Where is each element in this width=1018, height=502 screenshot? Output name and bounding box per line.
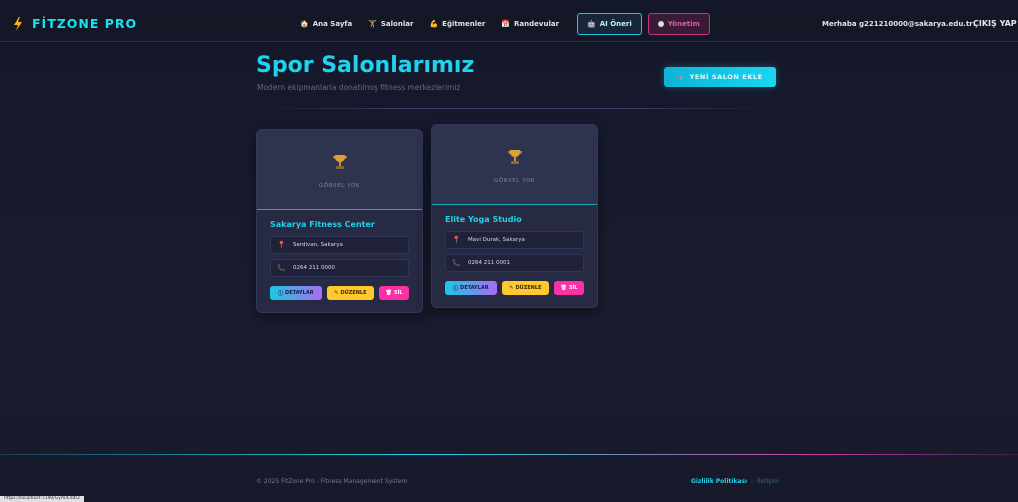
pencil-icon: ✎: [509, 285, 514, 291]
dumbbell-icon: 🏋: [368, 20, 377, 28]
location-pin-icon: 📍: [277, 241, 286, 249]
plus-icon: +: [677, 72, 685, 82]
brand-name: FİTZONE PRO: [32, 16, 138, 31]
gym-location-text: Mavi Durak, Sakarya: [468, 237, 525, 243]
gym-phone-text: 0264 211 0000: [293, 265, 335, 271]
brand[interactable]: FİTZONE PRO: [13, 16, 137, 31]
gym-card: GÖRSEL YOK Sakarya Fitness Center 📍 Serd…: [256, 129, 423, 313]
gym-location: 📍 Serdivan, Sakarya: [270, 236, 409, 254]
page-subtitle: Modern ekipmanlarla donatılmış fitness m…: [257, 83, 461, 92]
location-pin-icon: 📍: [452, 236, 461, 244]
phone-icon: 📞: [452, 259, 461, 267]
card-actions: ⓘ DETAYLAR ✎ DÜZENLE 🗑 SİL: [445, 281, 584, 307]
calendar-icon: 📅: [501, 20, 511, 28]
delete-button[interactable]: 🗑 SİL: [554, 281, 584, 295]
nav-link-label: Salonlar: [380, 20, 414, 28]
user-greeting: Merhaba g221210000@sakarya.edu.tr!: [822, 20, 976, 28]
gym-name: Sakarya Fitness Center: [270, 220, 375, 229]
edit-label: DÜZENLE: [515, 285, 542, 291]
footer-divider: [0, 454, 1018, 455]
nav-links: 🏠 Ana Sayfa 🏋 Salonlar 💪 Eğitmenler 📅 Ra…: [292, 13, 710, 35]
delete-label: SİL: [568, 285, 578, 291]
details-button[interactable]: ⓘ DETAYLAR: [270, 286, 322, 300]
gym-image-placeholder: GÖRSEL YOK: [432, 125, 597, 205]
details-button[interactable]: ⓘ DETAYLAR: [445, 281, 497, 295]
gym-name: Elite Yoga Studio: [445, 215, 522, 224]
no-image-label: GÖRSEL YOK: [318, 183, 361, 189]
nav-link-gyms[interactable]: 🏋 Salonlar: [360, 13, 421, 35]
logout-button[interactable]: ÇIKIŞ YAP: [973, 19, 1017, 28]
delete-label: SİL: [393, 290, 403, 296]
details-label: DETAYLAR: [285, 290, 314, 296]
page-title: Spor Salonlarımız: [256, 53, 475, 78]
contact-link[interactable]: İletişim: [757, 478, 779, 485]
privacy-link[interactable]: Gizlilik Politikası: [691, 478, 747, 485]
nav-link-admin[interactable]: Yönetim: [647, 13, 710, 35]
add-gym-label: YENİ SALON EKLE: [689, 73, 763, 81]
gear-icon: [657, 21, 664, 27]
nav-link-ai-suggestion[interactable]: 🤖 AI Öneri: [577, 13, 642, 35]
footer-separator: |: [751, 478, 754, 485]
add-gym-button[interactable]: + YENİ SALON EKLE: [664, 67, 776, 87]
divider: [256, 108, 776, 109]
info-icon: ⓘ: [453, 285, 459, 292]
gym-phone: 📞 0264 211 0001: [445, 254, 584, 272]
edit-button[interactable]: ✎ DÜZENLE: [326, 286, 375, 300]
gym-card: GÖRSEL YOK Elite Yoga Studio 📍 Mavi Dura…: [431, 124, 598, 308]
lightning-icon: [13, 16, 23, 31]
nav-link-label: Ana Sayfa: [312, 20, 353, 28]
robot-icon: 🤖: [587, 20, 596, 28]
gym-phone-text: 0264 211 0001: [468, 260, 510, 266]
info-icon: ⓘ: [278, 290, 284, 297]
trophy-icon: [332, 155, 347, 169]
home-icon: 🏠: [300, 20, 309, 28]
nav-link-label: Randevular: [514, 20, 560, 28]
footer-copyright: © 2025 FitZone Pro - Fitness Management …: [256, 478, 408, 485]
gym-location-text: Serdivan, Sakarya: [293, 242, 343, 248]
edit-button[interactable]: ✎ DÜZENLE: [501, 281, 550, 295]
navbar: FİTZONE PRO 🏠 Ana Sayfa 🏋 Salonlar 💪 Eği…: [0, 6, 1018, 42]
no-image-label: GÖRSEL YOK: [493, 178, 536, 184]
trash-icon: 🗑: [560, 285, 567, 291]
details-label: DETAYLAR: [460, 285, 489, 291]
nav-link-home[interactable]: 🏠 Ana Sayfa: [292, 13, 360, 35]
nav-link-appointments[interactable]: 📅 Randevular: [493, 13, 567, 35]
browser-status-bar: https://localhost:7190/Gym/Edit/2: [0, 496, 84, 502]
footer-links: Gizlilik Politikası | İletişim: [691, 478, 779, 485]
edit-label: DÜZENLE: [340, 290, 367, 296]
muscle-icon: 💪: [429, 20, 439, 28]
phone-icon: 📞: [277, 264, 286, 272]
trophy-icon: [507, 150, 522, 164]
trash-icon: 🗑: [385, 290, 392, 296]
nav-link-label: Eğitmenler: [442, 20, 486, 28]
card-actions: ⓘ DETAYLAR ✎ DÜZENLE 🗑 SİL: [270, 286, 409, 312]
nav-link-trainers[interactable]: 💪 Eğitmenler: [421, 13, 493, 35]
gym-image-placeholder: GÖRSEL YOK: [257, 130, 422, 210]
page: FİTZONE PRO 🏠 Ana Sayfa 🏋 Salonlar 💪 Eği…: [0, 0, 1018, 502]
gym-location: 📍 Mavi Durak, Sakarya: [445, 231, 584, 249]
pencil-icon: ✎: [334, 290, 339, 296]
delete-button[interactable]: 🗑 SİL: [379, 286, 409, 300]
gym-phone: 📞 0264 211 0000: [270, 259, 409, 277]
nav-link-label: Yönetim: [667, 20, 700, 28]
nav-link-label: AI Öneri: [599, 20, 632, 28]
